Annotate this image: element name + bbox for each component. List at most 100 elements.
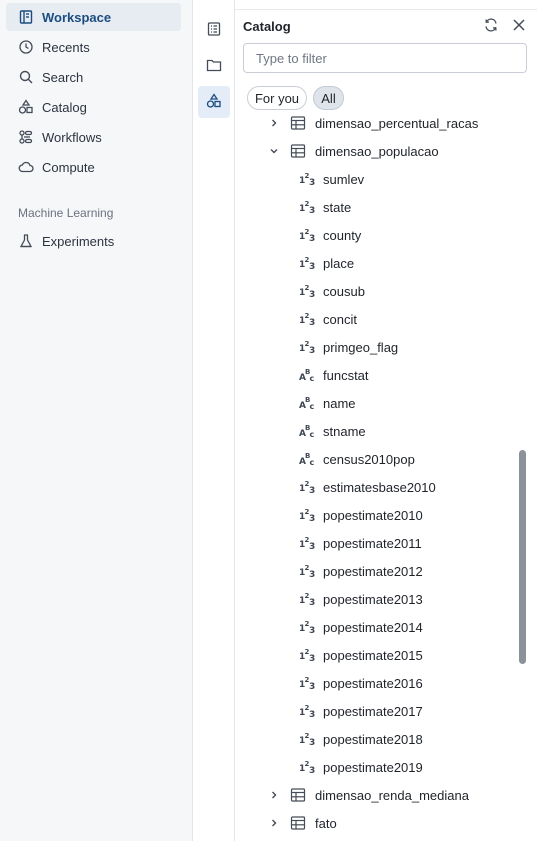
chevron-right-icon[interactable]: [268, 817, 280, 829]
rail-button-folder[interactable]: [198, 50, 230, 82]
sidebar-item-search[interactable]: Search: [6, 63, 181, 91]
sidebar-item-experiments[interactable]: Experiments: [6, 227, 181, 255]
tree-row-table[interactable]: dimensao_renda_mediana: [235, 781, 525, 809]
sidebar-item-catalog[interactable]: Catalog: [6, 93, 181, 121]
tree-row-column[interactable]: 1 2 3 county: [235, 221, 525, 249]
chevron-right-icon[interactable]: [268, 117, 280, 129]
svg-text:c: c: [310, 374, 315, 383]
close-icon: [511, 17, 527, 36]
tree-row-label: dimensao_renda_mediana: [315, 787, 469, 803]
tree-row-column[interactable]: A Bc stname: [235, 417, 525, 445]
number-type-icon: 123: [299, 563, 317, 579]
tree-row-label: funcstat: [323, 367, 369, 383]
number-type-icon: 123: [299, 759, 317, 775]
number-type-icon: 123: [299, 311, 317, 327]
tree-row-label: cousub: [323, 283, 365, 299]
tree-row-column[interactable]: 1 2 3 estimatesbase2010: [235, 473, 525, 501]
svg-text:3: 3: [309, 598, 315, 607]
sidebar-item-label: Workspace: [42, 9, 112, 25]
filter-input[interactable]: [243, 43, 527, 73]
tree-row-column[interactable]: 1 2 3 popestimate2014: [235, 613, 525, 641]
svg-text:3: 3: [309, 682, 315, 691]
catalog-icon: [18, 99, 34, 115]
sidebar-item-recents[interactable]: Recents: [6, 33, 181, 61]
number-type-icon: 123: [299, 339, 317, 355]
sidebar-item-label: Recents: [42, 39, 90, 55]
tree-row-column[interactable]: 1 2 3 popestimate2010: [235, 501, 525, 529]
svg-text:c: c: [310, 402, 315, 411]
tree-row-label: sumlev: [323, 171, 365, 187]
tree-row-label: estimatesbase2010: [323, 479, 436, 495]
chip-all[interactable]: All: [313, 86, 344, 110]
tree-row-label: dimensao_populacao: [315, 143, 439, 159]
tree-row-column[interactable]: A Bc name: [235, 389, 525, 417]
notebook-outline-icon: [206, 21, 222, 40]
tree-row-column[interactable]: 1 2 3 cousub: [235, 277, 525, 305]
rail-button-notebook-outline[interactable]: [198, 14, 230, 46]
tree-row-column[interactable]: 1 2 3 popestimate2018: [235, 725, 525, 753]
tree-row-table[interactable]: fato: [235, 809, 525, 837]
svg-text:3: 3: [309, 654, 315, 663]
tree-row-label: popestimate2013: [323, 591, 423, 607]
tree-row-column[interactable]: 1 2 3 popestimate2011: [235, 529, 525, 557]
tree-row-column[interactable]: 1 2 3 primgeo_flag: [235, 333, 525, 361]
tree-row-column[interactable]: 1 2 3 sumlev: [235, 165, 525, 193]
table-icon: [290, 143, 306, 159]
sidebar-item-compute[interactable]: Compute: [6, 153, 181, 181]
panel-title: Catalog: [243, 19, 291, 34]
number-type-icon: 123: [299, 479, 317, 495]
divider: [235, 9, 537, 10]
close-button[interactable]: [509, 16, 529, 36]
number-type-icon: 123: [299, 591, 317, 607]
number-type-icon: 123: [299, 619, 317, 635]
number-type-icon: 123: [299, 703, 317, 719]
tree-row-column[interactable]: 1 2 3 state: [235, 193, 525, 221]
svg-text:3: 3: [309, 542, 315, 551]
sidebar-item-label: Catalog: [42, 99, 87, 115]
tree-row-column[interactable]: 1 2 3 popestimate2013: [235, 585, 525, 613]
sidebar-item-workspace[interactable]: Workspace: [6, 3, 181, 31]
chevron-right-icon[interactable]: [268, 789, 280, 801]
tree-row-column[interactable]: 1 2 3 popestimate2012: [235, 557, 525, 585]
tree-row-label: popestimate2014: [323, 619, 423, 635]
svg-text:3: 3: [309, 346, 315, 355]
svg-text:c: c: [310, 458, 315, 467]
tree-row-column[interactable]: A Bc census2010pop: [235, 445, 525, 473]
tree-row-label: county: [323, 227, 362, 243]
rail-button-catalog[interactable]: [198, 86, 230, 118]
tree-row-table[interactable]: dimensao_populacao: [235, 137, 525, 165]
tree-row-label: popestimate2010: [323, 507, 423, 523]
scrollbar[interactable]: [519, 450, 526, 664]
catalog-panel: Catalog For you All dimensao_percentual_…: [235, 0, 537, 841]
folder-icon: [206, 57, 222, 76]
catalog-tree: dimensao_percentual_racas dimensao_popula…: [235, 109, 537, 841]
tree-row-column[interactable]: A Bc funcstat: [235, 361, 525, 389]
tree-row-label: concit: [323, 311, 357, 327]
svg-text:3: 3: [309, 514, 315, 523]
svg-text:3: 3: [309, 626, 315, 635]
tree-row-label: popestimate2012: [323, 563, 423, 579]
tree-row-label: dimensao_percentual_racas: [315, 115, 479, 131]
number-type-icon: 123: [299, 535, 317, 551]
refresh-button[interactable]: [481, 16, 501, 36]
tree-row-column[interactable]: 1 2 3 popestimate2015: [235, 641, 525, 669]
tree-row-column[interactable]: 1 2 3 place: [235, 249, 525, 277]
chip-for-you[interactable]: For you: [247, 86, 307, 110]
tree-row-column[interactable]: 1 2 3 popestimate2017: [235, 697, 525, 725]
tree-row-column[interactable]: 1 2 3 popestimate2016: [235, 669, 525, 697]
tree-row-label: popestimate2015: [323, 647, 423, 663]
chevron-down-icon[interactable]: [268, 145, 280, 157]
tree-row-column[interactable]: 1 2 3 popestimate2019: [235, 753, 525, 781]
table-icon: [290, 115, 306, 131]
panel-rail: [193, 0, 235, 841]
tree-row-label: state: [323, 199, 352, 215]
tree-row-table[interactable]: dimensao_percentual_racas: [235, 109, 525, 137]
refresh-icon: [483, 17, 499, 36]
tree-row-label: popestimate2011: [323, 535, 422, 551]
tree-row-column[interactable]: 1 2 3 concit: [235, 305, 525, 333]
string-type-icon: ABc: [299, 451, 317, 467]
sidebar-item-workflows[interactable]: Workflows: [6, 123, 181, 151]
string-type-icon: ABc: [299, 367, 317, 383]
tree-row-label: census2010pop: [323, 451, 415, 467]
tree-row-label: popestimate2018: [323, 731, 423, 747]
